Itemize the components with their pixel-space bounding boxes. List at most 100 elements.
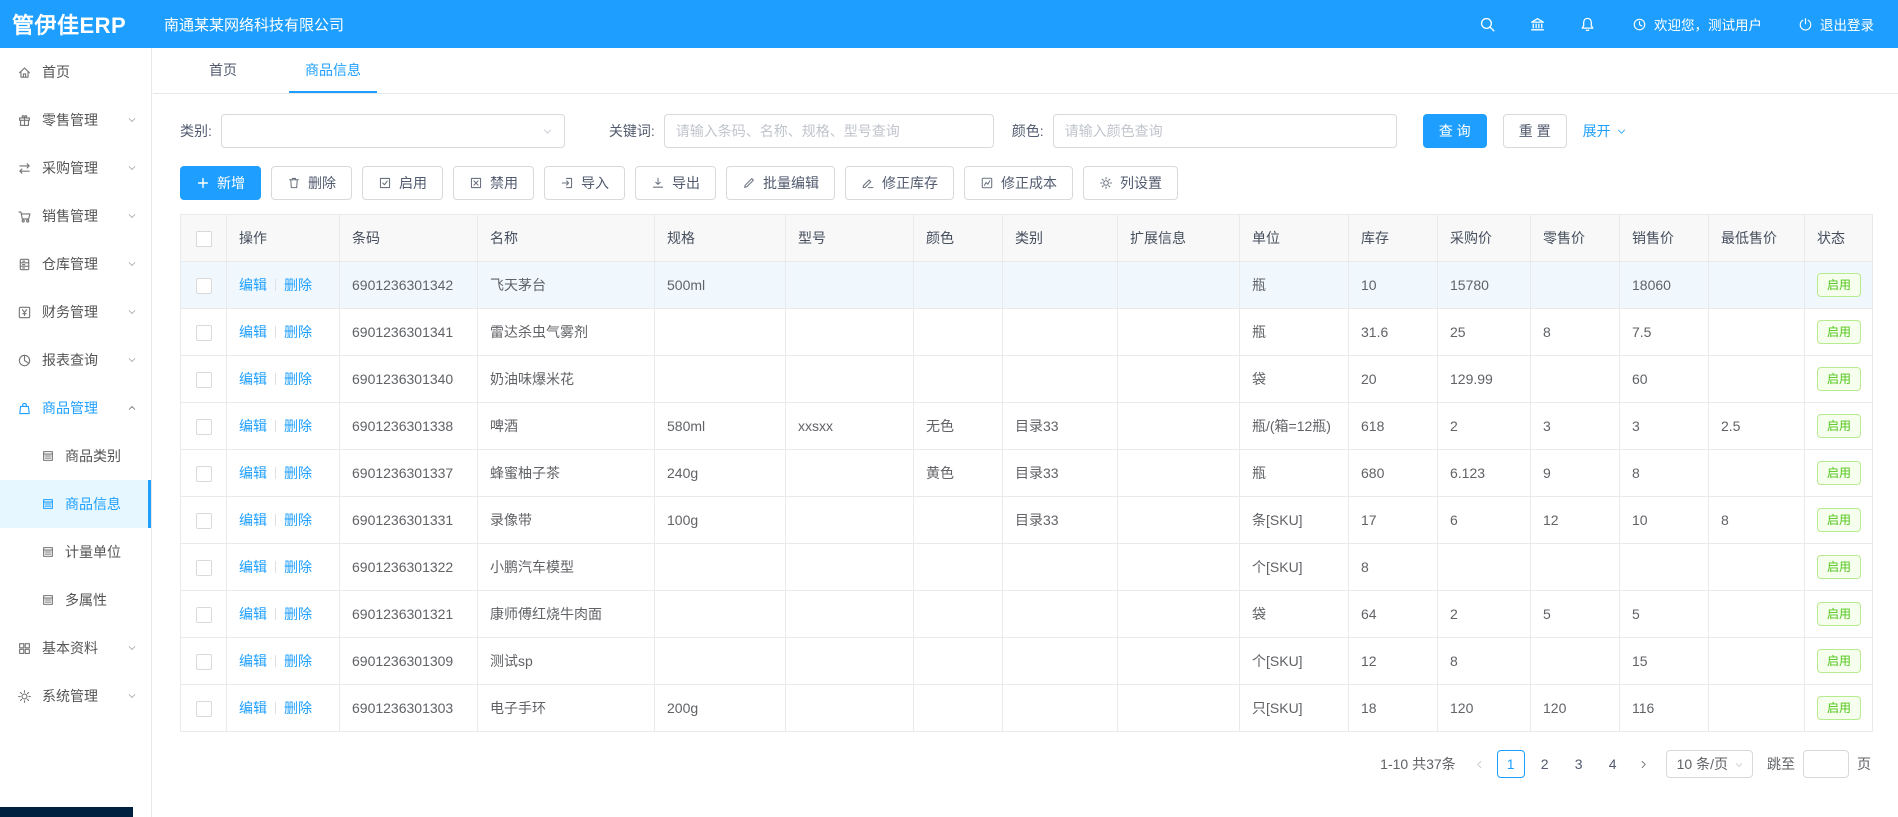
edit-link[interactable]: 编辑 [239,700,267,716]
cell-retail-price: 120 [1531,685,1620,732]
row-checkbox[interactable] [196,701,212,717]
next-page-button[interactable] [1630,750,1658,778]
search-button[interactable]: 查 询 [1423,114,1487,148]
row-actions-cell: 编辑 删除 [227,309,340,356]
delete-link[interactable]: 删除 [284,653,312,669]
edit-link[interactable]: 编辑 [239,465,267,481]
color-label: 颜色: [1012,121,1044,141]
edit-link[interactable]: 编辑 [239,559,267,575]
cell-spec [655,356,786,403]
cell-purchase-price: 8 [1438,638,1531,685]
row-checkbox-cell [181,450,227,497]
color-input[interactable] [1053,114,1397,148]
cell-name: 雷达杀虫气雾剂 [478,309,655,356]
sidebar-item-measure-unit[interactable]: 计量单位 [0,528,151,576]
delete-link[interactable]: 删除 [284,512,312,528]
delete-link[interactable]: 删除 [284,700,312,716]
col-lowest-price: 最低售价 [1709,215,1805,262]
sidebar-item-product-info[interactable]: 商品信息 [0,480,151,528]
edit-link[interactable]: 编辑 [239,606,267,622]
sidebar-item-basic-data[interactable]: 基本资料 [0,624,151,672]
delete-link[interactable]: 删除 [284,606,312,622]
user-menu[interactable]: 欢迎您，测试用户 [1632,14,1762,34]
edit-link[interactable]: 编辑 [239,277,267,293]
logout-button[interactable]: 退出登录 [1798,14,1874,34]
search-icon[interactable] [1479,16,1496,33]
sidebar-item-finance[interactable]: 财务管理 [0,288,151,336]
delete-button[interactable]: 删除 [271,166,352,200]
disable-button[interactable]: 禁用 [453,166,534,200]
page-button-1[interactable]: 1 [1497,750,1525,778]
expand-toggle[interactable]: 展开 [1583,121,1627,141]
cell-unit: 条[SKU] [1240,497,1349,544]
row-checkbox[interactable] [196,278,212,294]
filter-bar: 类别: 关键词: 颜色: 查 询 重 置 展开 [180,114,1871,148]
edit-link[interactable]: 编辑 [239,653,267,669]
column-settings-button[interactable]: 列设置 [1083,166,1178,200]
cell-retail-price: 12 [1531,497,1620,544]
row-actions-cell: 编辑 删除 [227,450,340,497]
table-row: 编辑删除 6901236301322 小鹏汽车模型 个[SKU] 8 启用 [181,544,1873,591]
edit-link[interactable]: 编辑 [239,371,267,387]
row-checkbox[interactable] [196,372,212,388]
delete-link[interactable]: 删除 [284,465,312,481]
export-button[interactable]: 导出 [635,166,716,200]
row-checkbox[interactable] [196,513,212,529]
page-button-3[interactable]: 3 [1565,750,1593,778]
link-separator [275,467,276,479]
cell-lowest-price [1709,638,1805,685]
sidebar-item-multi-attribute[interactable]: 多属性 [0,576,151,624]
keyword-input[interactable] [664,114,994,148]
row-checkbox[interactable] [196,607,212,623]
cell-stock: 17 [1349,497,1438,544]
cell-purchase-price: 129.99 [1438,356,1531,403]
edit-link[interactable]: 编辑 [239,418,267,434]
cell-barcode: 6901236301337 [340,450,478,497]
jump-page-input[interactable] [1803,750,1849,778]
edit-link[interactable]: 编辑 [239,512,267,528]
sidebar-item-sales[interactable]: 销售管理 [0,192,151,240]
reset-button[interactable]: 重 置 [1503,114,1567,148]
enable-button[interactable]: 启用 [362,166,443,200]
sidebar-item-products[interactable]: 商品管理 [0,384,151,432]
sidebar-item-system[interactable]: 系统管理 [0,672,151,720]
cart-icon [17,209,32,224]
import-button[interactable]: 导入 [544,166,625,200]
delete-link[interactable]: 删除 [284,371,312,387]
delete-link[interactable]: 删除 [284,324,312,340]
prev-page-button[interactable] [1466,750,1494,778]
page-button-4[interactable]: 4 [1599,750,1627,778]
add-button[interactable]: 新增 [180,166,261,200]
edit-link[interactable]: 编辑 [239,324,267,340]
notification-bell-icon[interactable] [1579,16,1596,33]
sidebar-item-warehouse[interactable]: 仓库管理 [0,240,151,288]
row-checkbox[interactable] [196,325,212,341]
tab-home[interactable]: 首页 [193,48,253,93]
sidebar-item-product-category[interactable]: 商品类别 [0,432,151,480]
delete-link[interactable]: 删除 [284,418,312,434]
sidebar-item-home[interactable]: 首页 [0,48,151,96]
category-select[interactable] [221,114,565,148]
sidebar-item-retail[interactable]: 零售管理 [0,96,151,144]
fix-cost-button[interactable]: 修正成本 [964,166,1073,200]
tab-product-info[interactable]: 商品信息 [289,48,377,93]
cell-unit: 瓶 [1240,309,1349,356]
delete-link[interactable]: 删除 [284,277,312,293]
row-checkbox[interactable] [196,560,212,576]
row-checkbox[interactable] [196,419,212,435]
gear-icon [17,689,32,704]
row-checkbox[interactable] [196,466,212,482]
workbench-icon[interactable] [1529,16,1546,33]
fix-stock-button[interactable]: 修正库存 [845,166,954,200]
sidebar-item-reports[interactable]: 报表查询 [0,336,151,384]
sidebar-item-purchase[interactable]: 采购管理 [0,144,151,192]
cell-purchase-price: 25 [1438,309,1531,356]
batch-edit-button[interactable]: 批量编辑 [726,166,835,200]
page-button-2[interactable]: 2 [1531,750,1559,778]
delete-link[interactable]: 删除 [284,559,312,575]
col-ext: 扩展信息 [1118,215,1240,262]
select-all-checkbox[interactable] [196,231,212,247]
page-size-select[interactable]: 10 条/页 [1666,750,1753,778]
cell-status: 启用 [1805,497,1873,544]
row-checkbox[interactable] [196,654,212,670]
